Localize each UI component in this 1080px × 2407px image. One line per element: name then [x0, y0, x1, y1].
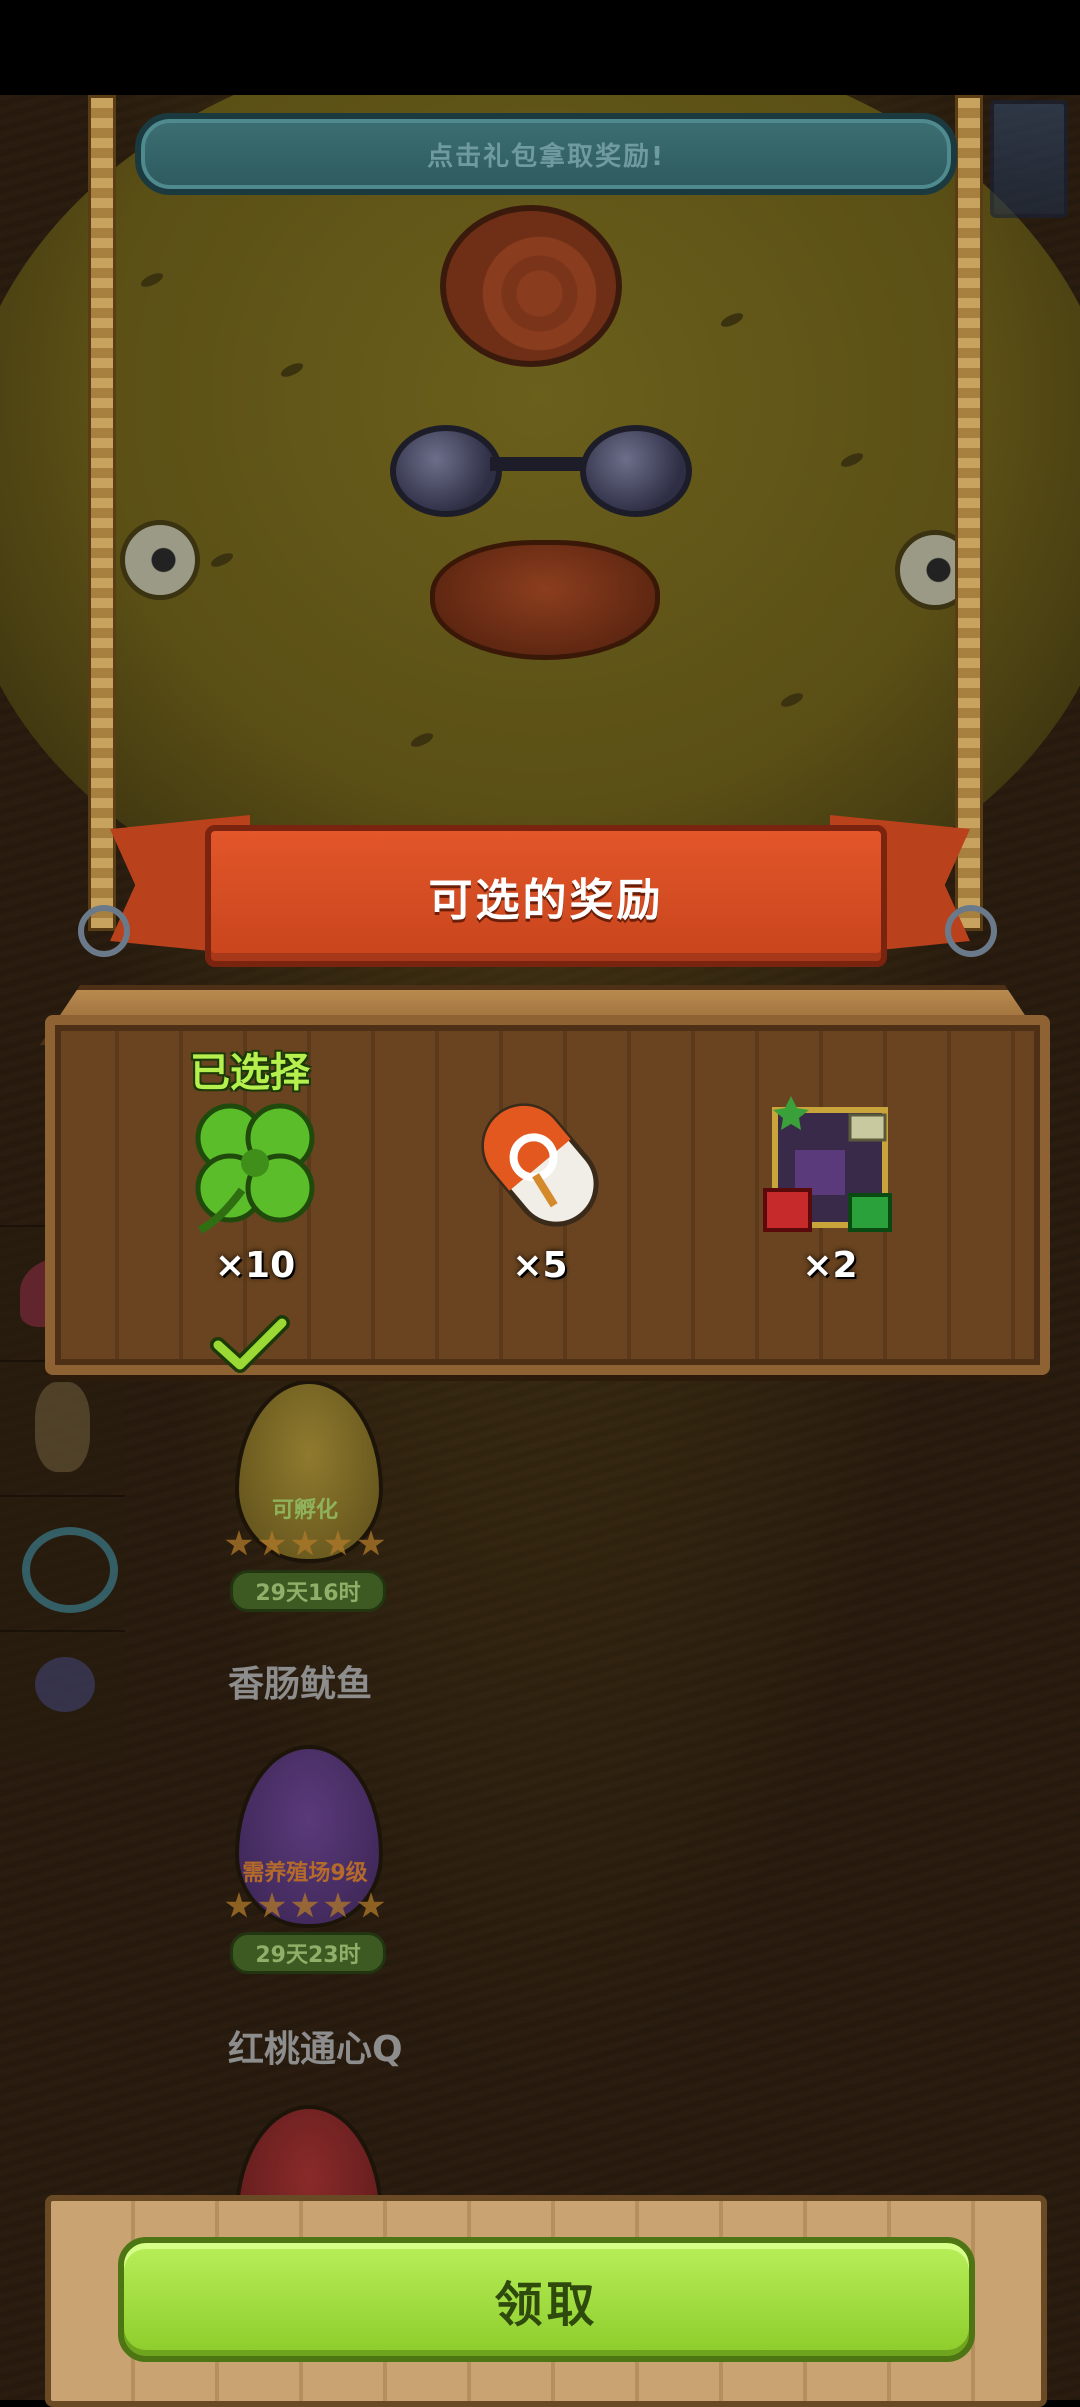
- star-icon: [357, 1530, 385, 1556]
- claim-button[interactable]: 领取: [118, 2237, 975, 2362]
- hatch-timer: 29天23时: [230, 1932, 386, 1974]
- goggles: [390, 425, 692, 517]
- star-icon: [258, 1892, 286, 1918]
- berry-creature-icon: [35, 1657, 95, 1712]
- reward-option-capsule[interactable]: ×5: [440, 1050, 640, 1300]
- reward-quantity: ×10: [214, 1245, 296, 1286]
- star-icon: [291, 1530, 319, 1556]
- squid-icon: [35, 1382, 90, 1472]
- egg-status: 需养殖场9级: [242, 1861, 368, 1886]
- pet-name: 香肠鱿鱼: [228, 1664, 373, 1705]
- status-bar: [0, 0, 1080, 95]
- egg-status: 可孵化: [271, 1498, 338, 1523]
- star-icon: [324, 1892, 352, 1918]
- star-icon: [357, 1892, 385, 1918]
- capsule-icon: [481, 1103, 599, 1227]
- beak: [430, 540, 660, 660]
- pet-name: 红桃通心Q: [228, 2029, 403, 2070]
- reward-option-gift-bundle[interactable]: ×2: [730, 1050, 930, 1300]
- reward-option-clover[interactable]: ×10: [155, 1050, 355, 1300]
- pet-list: 可孵化 29天16时 香肠鱿鱼 需养殖场9级 29天23时 红桃通心Q: [140, 1380, 740, 2288]
- hint-banner: 点击礼包拿取奖励!: [135, 113, 957, 195]
- top-right-gift-icon[interactable]: [990, 100, 1068, 218]
- reward-panel-title: 可选的奖励: [428, 875, 664, 926]
- star-icon: [324, 1530, 352, 1556]
- star-icon: [291, 1892, 319, 1918]
- star-icon: [258, 1530, 286, 1556]
- reward-quantity: ×5: [512, 1245, 568, 1286]
- serpent-icon: [22, 1527, 118, 1613]
- clover-icon: [195, 1103, 315, 1234]
- star-rating: [225, 1892, 385, 1922]
- star-icon: [225, 1892, 253, 1918]
- sidebar-item[interactable]: [0, 1360, 125, 1492]
- star-rating: [225, 1530, 385, 1560]
- selected-check-icon: [210, 1315, 290, 1373]
- hook-icon: [78, 905, 130, 957]
- sidebar-item[interactable]: [0, 1495, 125, 1627]
- right-rope: [955, 95, 983, 931]
- gift-bundle-icon: [763, 1096, 892, 1232]
- left-rope: [88, 95, 116, 931]
- reward-quantity: ×2: [802, 1245, 858, 1286]
- snail-shell-ornament: [440, 205, 622, 367]
- claim-button-label: 领取: [494, 2276, 599, 2333]
- star-icon: [225, 1530, 253, 1556]
- hatch-timer: 29天16时: [230, 1570, 386, 1612]
- sidebar-item[interactable]: [0, 1630, 125, 1762]
- hint-banner-text: 点击礼包拿取奖励!: [427, 141, 665, 172]
- hook-icon: [945, 905, 997, 957]
- reward-ribbon: 可选的奖励: [205, 825, 887, 967]
- left-eye: [120, 520, 200, 600]
